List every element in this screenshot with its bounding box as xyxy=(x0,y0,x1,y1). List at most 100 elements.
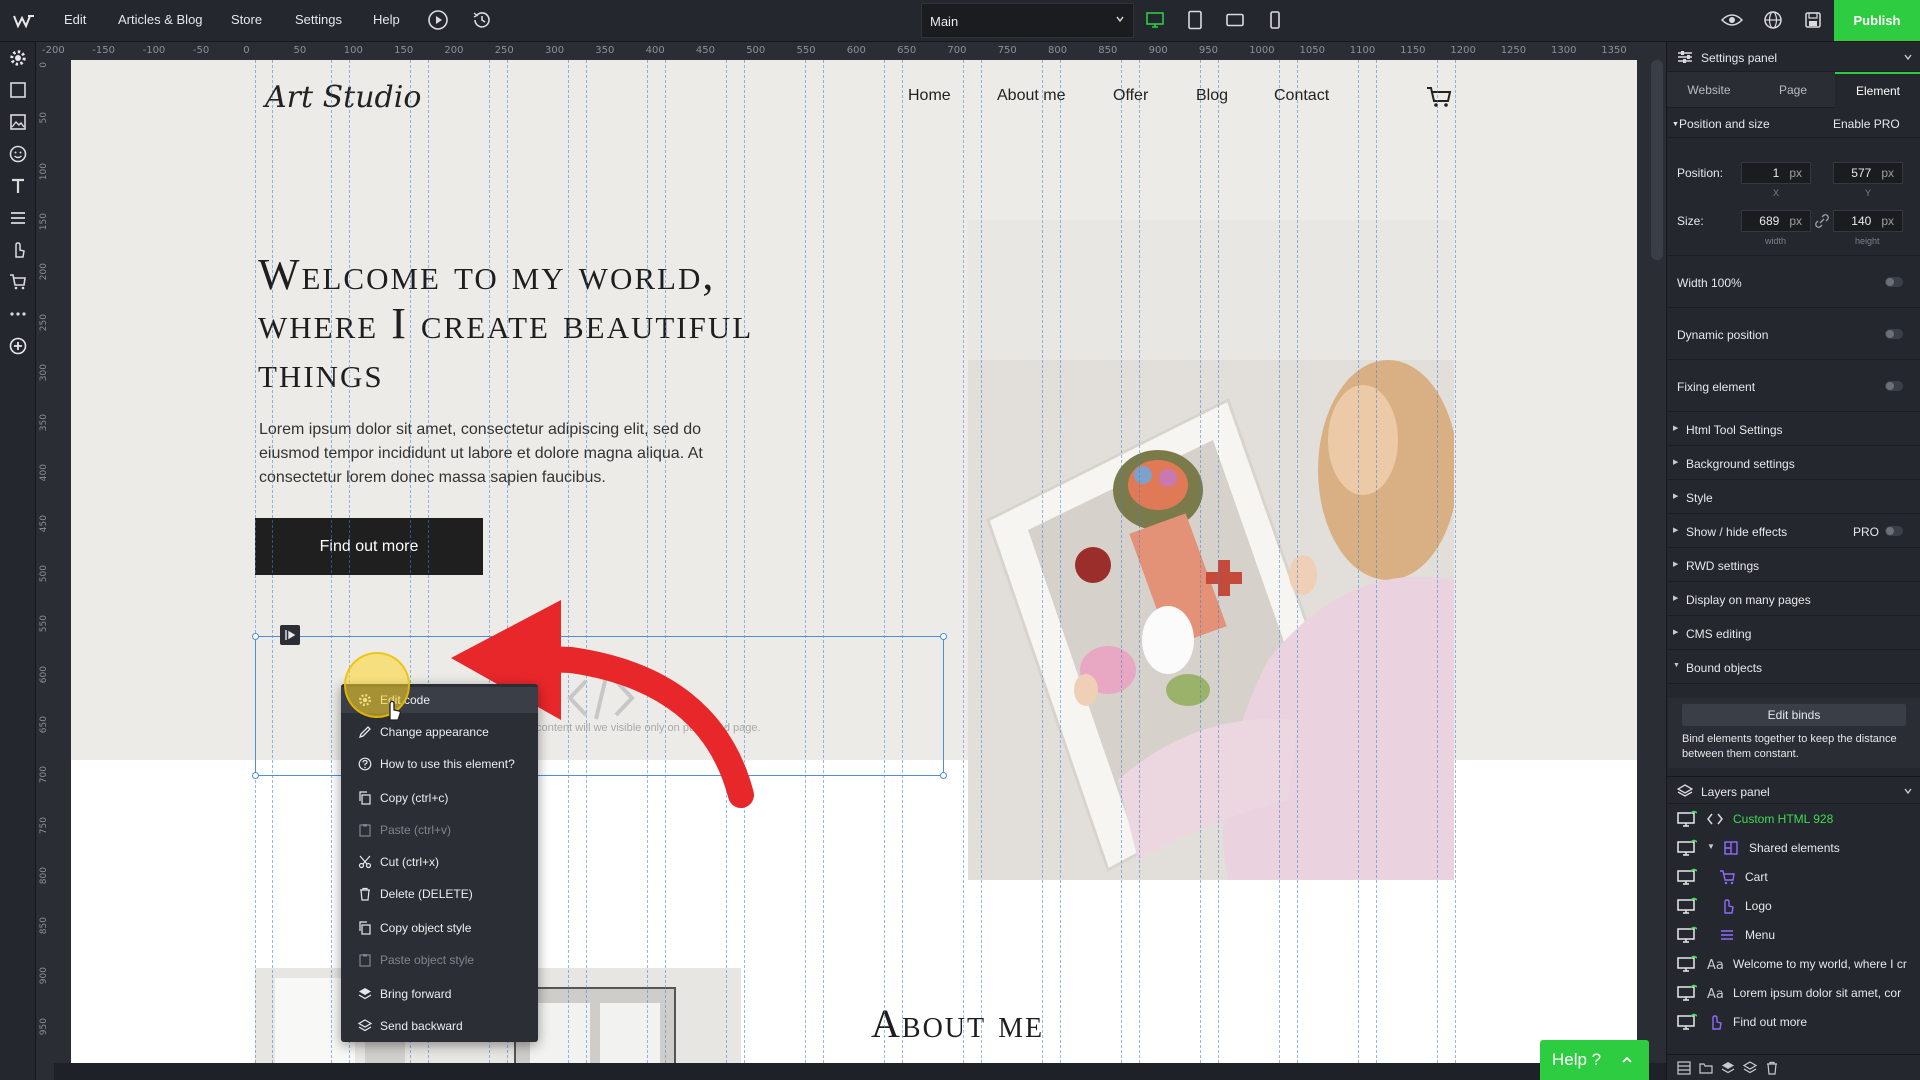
section-bound-objects[interactable]: ▼ Bound objects xyxy=(1667,650,1920,684)
element-drag-handle-icon[interactable] xyxy=(280,625,300,645)
layer-row[interactable]: Aa Welcome to my world, where I cr xyxy=(1667,949,1920,978)
toggle-switch[interactable] xyxy=(1885,526,1903,536)
menu-edit[interactable]: Edit xyxy=(64,12,86,27)
menu-lines-icon[interactable] xyxy=(6,206,30,230)
context-menu-item-paste-object-style[interactable]: Paste object style xyxy=(341,947,538,973)
resize-handle-bottom-right[interactable] xyxy=(940,772,947,779)
layer-row[interactable]: Find out more xyxy=(1667,1007,1920,1036)
cart-icon[interactable] xyxy=(6,270,30,294)
menu-help[interactable]: Help xyxy=(373,12,400,27)
context-menu-item-paste-ctrl-v[interactable]: Paste (ctrl+v) xyxy=(341,817,538,843)
resize-handle-top-right[interactable] xyxy=(940,633,947,640)
hero-headline[interactable]: Welcome to my world, where I create beau… xyxy=(258,250,778,397)
nav-about-me[interactable]: About me xyxy=(997,87,1065,105)
history-icon[interactable] xyxy=(470,8,494,32)
context-menu-item-edit-code[interactable]: Edit code xyxy=(341,687,538,713)
eye-preview-icon[interactable] xyxy=(1720,8,1744,32)
layers-outline-icon[interactable] xyxy=(1743,1061,1757,1075)
image-icon[interactable] xyxy=(6,110,30,134)
tab-website[interactable]: Website xyxy=(1667,72,1751,108)
layer-row[interactable]: Custom HTML 928 xyxy=(1667,804,1920,833)
context-menu-item-delete-delete[interactable]: Delete (DELETE) xyxy=(341,881,538,907)
box-shape-icon[interactable] xyxy=(6,78,30,102)
emoji-icon[interactable] xyxy=(6,142,30,166)
layers-panel-header[interactable]: Layers panel xyxy=(1667,776,1920,804)
tab-page[interactable]: Page xyxy=(1751,72,1835,108)
context-menu-item-copy-object-style[interactable]: Copy object style xyxy=(341,915,538,941)
visibility-monitor-icon[interactable] xyxy=(1677,810,1697,828)
layer-row[interactable]: Cart xyxy=(1667,862,1920,891)
tablet-view-icon[interactable] xyxy=(1183,8,1207,32)
desktop-view-icon[interactable] xyxy=(1143,8,1167,32)
section-show-hide-effects[interactable]: ▶ Show / hide effects PRO xyxy=(1667,514,1920,548)
menu-articles-blog[interactable]: Articles & Blog xyxy=(118,12,203,27)
context-menu-item-cut-ctrl-x[interactable]: Cut (ctrl+x) xyxy=(341,849,538,875)
resize-handle-bottom-left[interactable] xyxy=(252,772,259,779)
section-rwd-settings[interactable]: ▶ RWD settings xyxy=(1667,548,1920,582)
visibility-monitor-icon[interactable] xyxy=(1677,1013,1697,1031)
context-menu-item-send-backward[interactable]: Send backward xyxy=(341,1013,538,1039)
visibility-monitor-icon[interactable] xyxy=(1677,984,1697,1002)
preview-play-icon[interactable] xyxy=(426,8,450,32)
add-circle-icon[interactable] xyxy=(6,334,30,358)
canvas-vertical-scrollbar[interactable] xyxy=(1651,60,1663,260)
settings-panel-header[interactable]: Settings panel xyxy=(1667,42,1920,72)
toggle-switch[interactable] xyxy=(1885,381,1903,391)
edit-binds-button[interactable]: Edit binds xyxy=(1682,704,1906,726)
context-menu-item-copy-ctrl-c[interactable]: Copy (ctrl+c) xyxy=(341,785,538,811)
layer-row[interactable]: ▼ Shared elements xyxy=(1667,833,1920,862)
globe-icon[interactable] xyxy=(1761,8,1785,32)
settings-gear-icon[interactable] xyxy=(6,46,30,70)
section-display-on-many-pages[interactable]: ▶ Display on many pages xyxy=(1667,582,1920,616)
touch-icon[interactable] xyxy=(6,238,30,262)
toggle-switch[interactable] xyxy=(1885,277,1903,287)
page-select[interactable]: Main xyxy=(921,3,1134,38)
mobile-view-icon[interactable] xyxy=(1263,8,1287,32)
position-x-input[interactable]: 1 px xyxy=(1741,162,1811,184)
layer-row[interactable]: Logo xyxy=(1667,891,1920,920)
layers-stack-icon[interactable] xyxy=(1721,1061,1735,1075)
position-size-header[interactable]: Position and size Enable PRO xyxy=(1667,108,1920,138)
site-cart-icon[interactable] xyxy=(1426,86,1452,108)
find-out-more-button[interactable]: Find out more xyxy=(255,518,483,575)
resize-handle-top-left[interactable] xyxy=(252,633,259,640)
visibility-monitor-icon[interactable] xyxy=(1677,839,1697,857)
tablet-landscape-view-icon[interactable] xyxy=(1223,8,1247,32)
list-view-icon[interactable] xyxy=(1677,1061,1691,1075)
position-y-input[interactable]: 577 px xyxy=(1833,162,1903,184)
caret-down-icon[interactable]: ▼ xyxy=(1707,842,1715,851)
more-dots-icon[interactable] xyxy=(6,302,30,326)
help-button[interactable]: Help ? xyxy=(1540,1040,1649,1080)
folder-icon[interactable] xyxy=(1699,1061,1713,1075)
editor-canvas[interactable]: Art Studio Home About me Offer Blog Cont… xyxy=(54,60,1666,1063)
menu-settings[interactable]: Settings xyxy=(295,12,342,27)
nav-offer[interactable]: Offer xyxy=(1113,87,1148,105)
section-background-settings[interactable]: ▶ Background settings xyxy=(1667,446,1920,480)
section-style[interactable]: ▶ Style xyxy=(1667,480,1920,514)
visibility-monitor-icon[interactable] xyxy=(1677,955,1697,973)
link-ratio-icon[interactable] xyxy=(1815,214,1829,228)
enable-pro-link[interactable]: Enable PRO xyxy=(1833,117,1900,131)
context-menu-item-change-appearance[interactable]: Change appearance xyxy=(341,719,538,745)
nav-contact[interactable]: Contact xyxy=(1274,87,1329,105)
width-input[interactable]: 689 px xyxy=(1741,210,1811,232)
layer-row[interactable]: Menu xyxy=(1667,920,1920,949)
visibility-monitor-icon[interactable] xyxy=(1677,926,1697,944)
height-input[interactable]: 140 px xyxy=(1833,210,1903,232)
context-menu-item-bring-forward[interactable]: Bring forward xyxy=(341,981,538,1007)
about-section-title[interactable]: About me xyxy=(871,1000,1044,1047)
visibility-monitor-icon[interactable] xyxy=(1677,868,1697,886)
tab-element[interactable]: Element xyxy=(1835,72,1920,108)
trash-icon[interactable] xyxy=(1765,1061,1779,1075)
menu-store[interactable]: Store xyxy=(231,12,262,27)
layer-row[interactable]: Aa Lorem ipsum dolor sit amet, cor xyxy=(1667,978,1920,1007)
save-icon[interactable] xyxy=(1801,8,1825,32)
visibility-monitor-icon[interactable] xyxy=(1677,897,1697,915)
hero-photo[interactable] xyxy=(968,220,1454,880)
context-menu-item-how-to-use-this-element[interactable]: How to use this element? xyxy=(341,751,538,777)
section-cms-editing[interactable]: ▶ CMS editing xyxy=(1667,616,1920,650)
text-tool-icon[interactable] xyxy=(6,174,30,198)
site-logo[interactable]: Art Studio xyxy=(265,80,421,115)
app-logo-icon[interactable] xyxy=(12,9,36,33)
publish-button[interactable]: Publish xyxy=(1834,0,1920,41)
